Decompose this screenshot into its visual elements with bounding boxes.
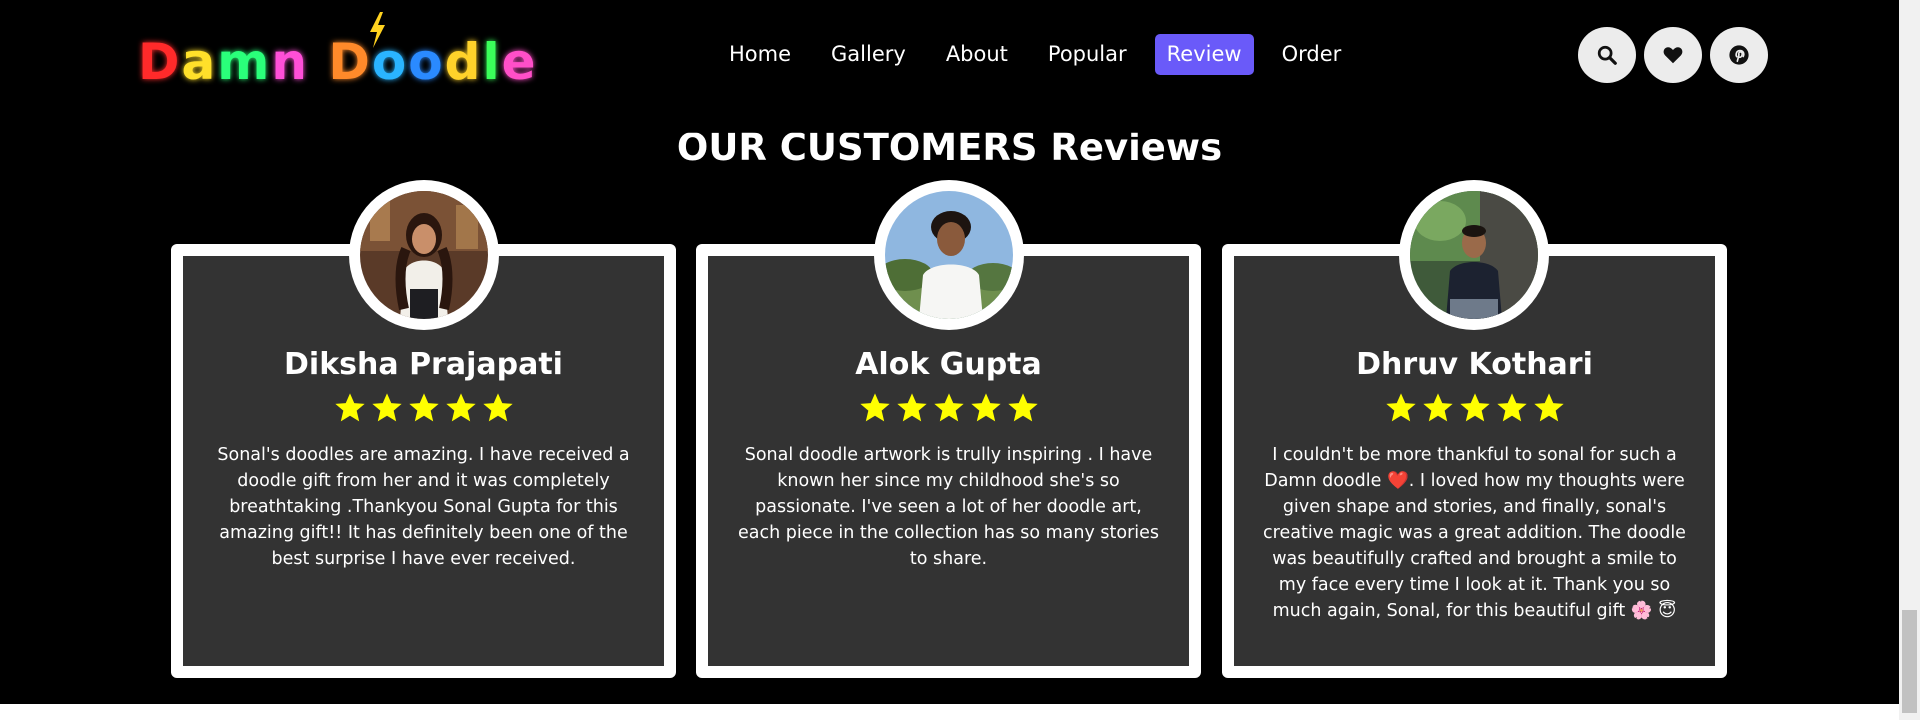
- logo-letter: [309, 32, 328, 92]
- brand-logo[interactable]: Damn Doodle: [138, 12, 538, 92]
- scrollbar-thumb[interactable]: [1902, 610, 1917, 713]
- star-icon: [1459, 393, 1490, 422]
- logo-letter: m: [217, 33, 272, 91]
- reviewer-name: Alok Gupta: [855, 347, 1042, 382]
- logo-letter: D: [138, 33, 182, 91]
- flower-smile-emoji: 🌸 😇: [1630, 601, 1677, 621]
- star-icon: [445, 393, 476, 422]
- section-title: OUR CUSTOMERS Reviews: [676, 125, 1223, 169]
- star-icon: [1422, 393, 1453, 422]
- nav-item-popular[interactable]: Popular: [1036, 34, 1139, 75]
- search-button[interactable]: [1578, 27, 1636, 83]
- reviewer-name: Diksha Prajapati: [284, 347, 563, 382]
- review-text: Sonal's doodles are amazing. I have rece…: [217, 445, 630, 569]
- star-icon: [970, 393, 1001, 422]
- star-icon: [933, 393, 964, 422]
- header-actions: [1578, 27, 1768, 83]
- nav-item-gallery[interactable]: Gallery: [819, 34, 918, 75]
- avatar: [1410, 191, 1538, 319]
- reviewer-name: Dhruv Kothari: [1356, 347, 1593, 382]
- review-text-part: . I loved how my thoughts were given sha…: [1263, 471, 1686, 621]
- star-icon: [1385, 393, 1416, 422]
- nav-item-home[interactable]: Home: [717, 34, 803, 75]
- star-icon: [371, 393, 402, 422]
- star-icon: [482, 393, 513, 422]
- logo-wordmark: Damn Doodle: [138, 32, 538, 92]
- star-rating: [708, 392, 1189, 424]
- logo-letter: e: [501, 33, 538, 91]
- avatar-frame: [874, 180, 1024, 330]
- avatar-frame: [1399, 180, 1549, 330]
- heart-icon: [1663, 47, 1683, 64]
- pinterest-button[interactable]: [1710, 27, 1768, 83]
- logo-letter: d: [444, 33, 483, 91]
- review-text: I couldn't be more thankful to sonal for…: [1260, 442, 1689, 624]
- nav-item-about[interactable]: About: [934, 34, 1020, 75]
- star-rating: [183, 392, 664, 424]
- star-icon: [1007, 393, 1038, 422]
- star-icon: [1533, 393, 1564, 422]
- avatar: [885, 191, 1013, 319]
- star-icon: [408, 393, 439, 422]
- star-icon: [859, 393, 890, 422]
- logo-letter: l: [482, 33, 502, 91]
- logo-letter: a: [181, 33, 218, 91]
- page: Damn Doodle Home Gallery About Popular R…: [0, 0, 1920, 720]
- lightning-bolt-icon: [370, 12, 385, 48]
- star-icon: [896, 393, 927, 422]
- favorites-button[interactable]: [1644, 27, 1702, 83]
- nav-item-order[interactable]: Order: [1270, 34, 1354, 75]
- avatar-frame: [349, 180, 499, 330]
- logo-letter: o: [408, 33, 445, 91]
- star-rating: [1234, 392, 1715, 424]
- star-icon: [1496, 393, 1527, 422]
- search-icon: [1597, 45, 1617, 65]
- star-icon: [334, 393, 365, 422]
- scrollbar[interactable]: [1899, 0, 1920, 720]
- logo-letter: n: [271, 33, 309, 91]
- review-text: Sonal doodle artwork is trully inspiring…: [737, 445, 1160, 569]
- avatar: [360, 191, 488, 319]
- page-footer-edge: [0, 704, 1899, 720]
- main-nav: Home Gallery About Popular Review Order: [717, 34, 1369, 75]
- nav-item-review[interactable]: Review: [1154, 34, 1254, 75]
- pinterest-icon: [1729, 45, 1749, 65]
- heart-emoji: ❤️: [1386, 471, 1409, 491]
